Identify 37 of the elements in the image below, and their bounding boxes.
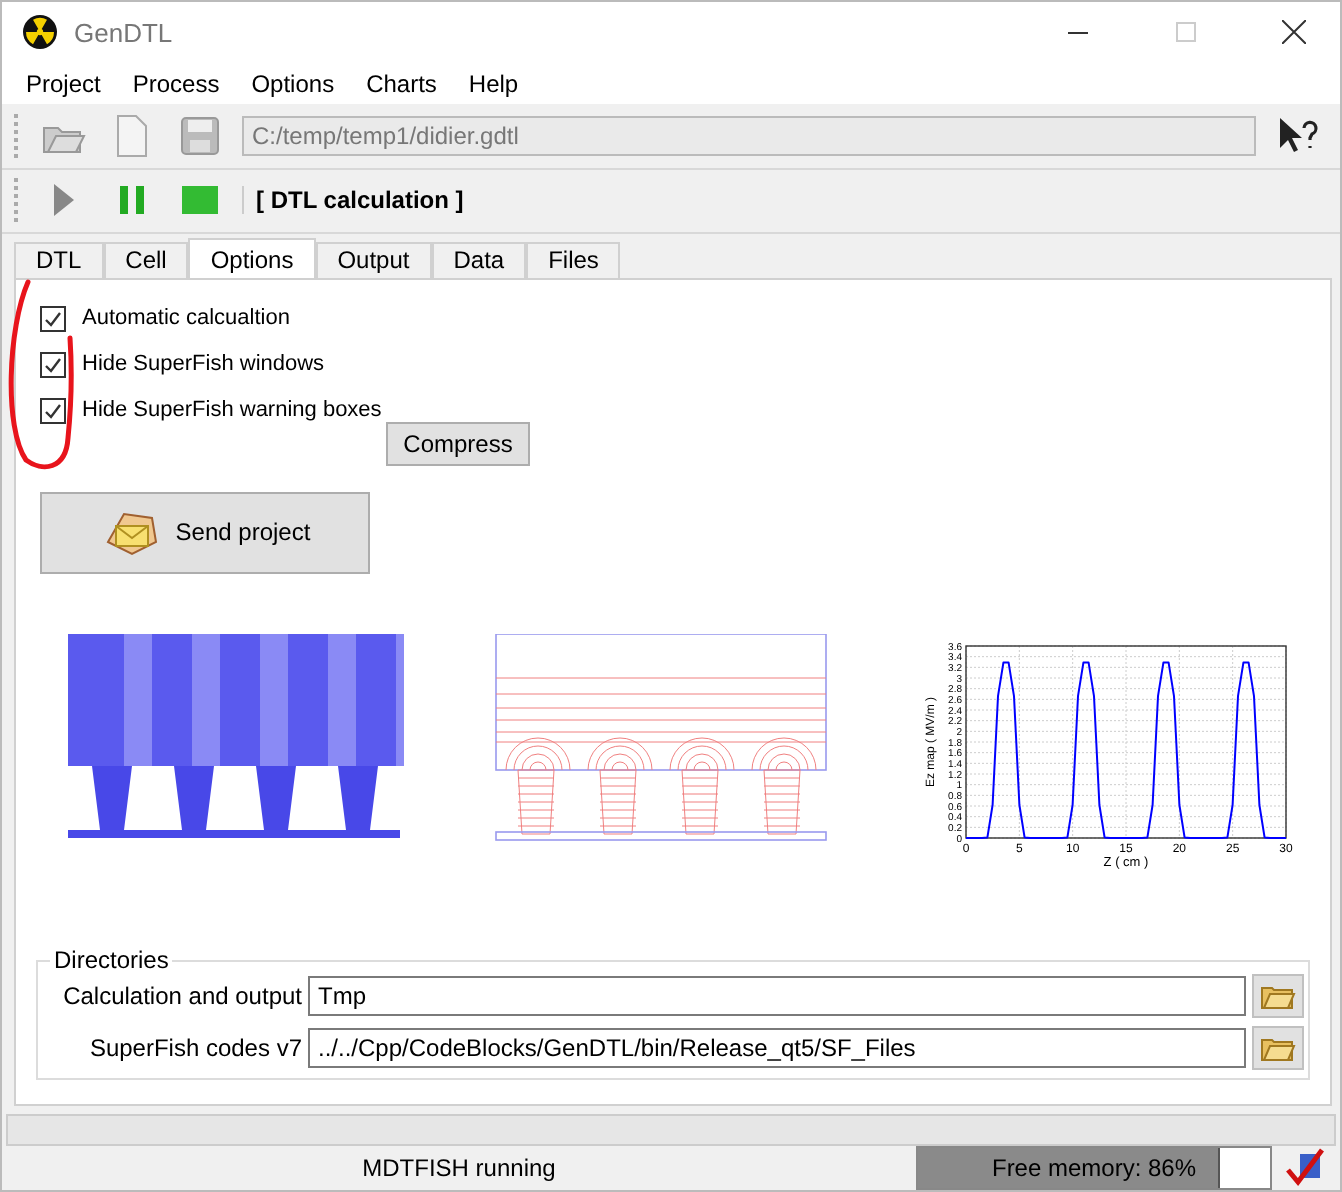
checkbox[interactable] [40,397,66,424]
directory-field[interactable]: Tmp [308,976,1246,1017]
check-cube-icon[interactable] [1284,1145,1328,1190]
window-title: GenDTL [74,17,175,47]
tab[interactable]: Cell [103,241,189,278]
checkbox[interactable] [40,305,66,332]
memory-label: Free memory: 86% [989,1151,1199,1186]
checkbox[interactable] [40,351,66,378]
send-project-button[interactable]: Send project [40,491,370,574]
browse-button[interactable] [1252,1026,1304,1071]
browse-button[interactable] [1252,974,1304,1019]
folder-icon [1260,982,1296,1011]
menu-item[interactable]: Charts [350,69,453,98]
menu-item[interactable]: Options [235,69,351,98]
folder-icon [1260,1034,1296,1063]
directory-field[interactable]: ../../Cpp/CodeBlocks/GenDTL/bin/Release_qt5/SF_Files [308,1028,1246,1069]
tab[interactable]: Output [315,241,432,278]
status-message: MDTFISH running [360,1153,558,1182]
checkbox-label: Automatic calcualtion [82,306,290,331]
group-title: Directories [50,946,173,975]
menu-item[interactable]: Help [452,69,535,98]
checkbox-label: Hide SuperFish warning boxes [82,398,382,423]
tab[interactable]: Data [431,241,527,278]
menu-item[interactable]: Process [116,69,236,98]
radiation-icon [22,14,58,50]
close-icon[interactable] [1282,20,1306,44]
process-label: [ DTL calculation ] [242,186,464,215]
tab[interactable]: Options [188,237,316,280]
tab[interactable]: DTL [14,241,104,278]
tab[interactable]: Files [526,241,621,278]
minimize-icon[interactable] [1068,31,1088,33]
checkbox-label: Hide SuperFish windows [82,352,325,377]
compress-button[interactable]: Compress [386,421,530,466]
menu-item[interactable]: Project [10,69,117,98]
field-label: Calculation and output [61,982,302,1011]
project-path-field[interactable]: C:/temp/temp1/didier.gdtl [242,116,1256,157]
field-label: SuperFish codes v7 [87,1034,302,1063]
